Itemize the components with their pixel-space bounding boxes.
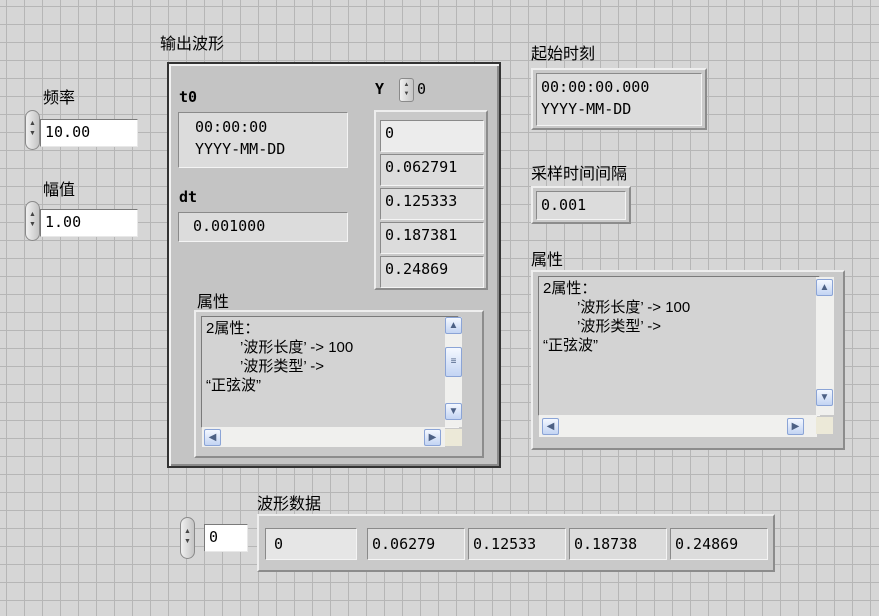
y-value-0: 0 [380,120,484,152]
attr-line: 2属性： [206,320,260,337]
freq-spinner[interactable]: ▲ ▼ [25,110,40,150]
scroll-up-icon[interactable]: ▲ [445,317,462,334]
spin-down-icon[interactable]: ▼ [181,537,194,547]
t0-indicator: 00:00:00 YYYY-MM-DD [178,112,348,168]
waveform-value-0: 0 [265,528,357,560]
attr-line: “正弦波” [206,377,261,394]
t0-date: YYYY-MM-DD [195,140,286,158]
waveform-data-label: 波形数据 [257,496,322,513]
scroll-corner [816,417,833,434]
start-time-label: 起始时刻 [531,46,596,63]
amp-input[interactable]: 1.00 [40,209,138,237]
spin-down-icon[interactable]: ▼ [400,90,413,99]
scroll-corner [445,429,462,446]
spin-up-icon[interactable]: ▲ [26,119,39,129]
waveform-value-2: 0.12533 [468,528,566,560]
attr-vscroll[interactable]: ▲ ▼ [816,277,834,415]
spin-down-icon[interactable]: ▼ [26,129,39,139]
spin-up-icon[interactable]: ▲ [26,210,39,220]
freq-input[interactable]: 10.00 [40,119,138,147]
output-attr-text[interactable]: 2属性： ’波形长度’ -> 100 ’波形类型’ -> “正弦波” [201,316,459,428]
waveform-index-input[interactable]: 0 [204,524,248,552]
waveform-value-1: 0.06279 [367,528,465,560]
waveform-value-3: 0.18738 [569,528,667,560]
sample-interval-indicator: 0.001 [536,191,626,220]
scroll-right-icon[interactable]: ▶ [424,429,441,446]
y-label: Y [375,80,385,98]
attr-line: ’波形长度’ -> 100 [240,339,354,356]
y-value-4: 0.24869 [380,256,484,288]
start-date-value: YYYY-MM-DD [541,100,632,118]
output-attr-hscroll[interactable]: ◀ ▶ [202,427,445,447]
spin-down-icon[interactable]: ▼ [26,220,39,230]
start-time-value: 00:00:00.000 [541,78,650,96]
scroll-up-icon[interactable]: ▲ [816,279,833,296]
amp-label: 幅值 [43,182,76,199]
attr-line: ’波形类型’ -> [577,318,662,335]
y-value-2: 0.125333 [380,188,484,220]
spin-up-icon[interactable]: ▲ [181,527,194,537]
attr-hscroll[interactable]: ◀ ▶ [539,415,817,437]
scroll-right-icon[interactable]: ▶ [787,418,804,435]
scroll-down-icon[interactable]: ▼ [816,389,833,406]
attr-line: 2属性： [543,280,597,297]
waveform-value-4: 0.24869 [670,528,768,560]
y-value-3: 0.187381 [380,222,484,254]
dt-label: dt [179,188,198,206]
scroll-left-icon[interactable]: ◀ [542,418,559,435]
scroll-thumb[interactable]: ≡ [445,347,462,377]
attr-line: ’波形长度’ -> 100 [577,299,691,316]
output-attr-label: 属性 [197,294,230,311]
freq-label: 频率 [43,90,76,107]
attr-line: “正弦波” [543,337,598,354]
spin-up-icon[interactable]: ▲ [400,81,413,90]
sample-interval-label: 采样时间间隔 [531,166,628,183]
t0-time: 00:00:00 [195,118,268,136]
y-index-spinner[interactable]: ▲ ▼ [399,78,414,102]
attr-text[interactable]: 2属性： ’波形长度’ -> 100 ’波形类型’ -> “正弦波” [538,276,820,416]
waveform-index-spinner[interactable]: ▲ ▼ [180,517,195,559]
dt-indicator: 0.001000 [178,212,348,242]
output-attr-vscroll[interactable]: ▲ ≡ ▼ [445,317,462,427]
output-waveform-cluster: t0 00:00:00 YYYY-MM-DD dt 0.001000 Y ▲ ▼ … [167,62,501,468]
attr-label: 属性 [531,252,564,269]
output-waveform-label: 输出波形 [160,36,225,53]
y-index-value[interactable]: 0 [417,80,426,98]
t0-label: t0 [179,88,198,106]
scroll-down-icon[interactable]: ▼ [445,403,462,420]
scroll-left-icon[interactable]: ◀ [204,429,221,446]
amp-spinner[interactable]: ▲ ▼ [25,201,40,241]
y-value-1: 0.062791 [380,154,484,186]
start-time-indicator: 00:00:00.000 YYYY-MM-DD [536,73,702,126]
attr-line: ’波形类型’ -> [240,358,325,375]
